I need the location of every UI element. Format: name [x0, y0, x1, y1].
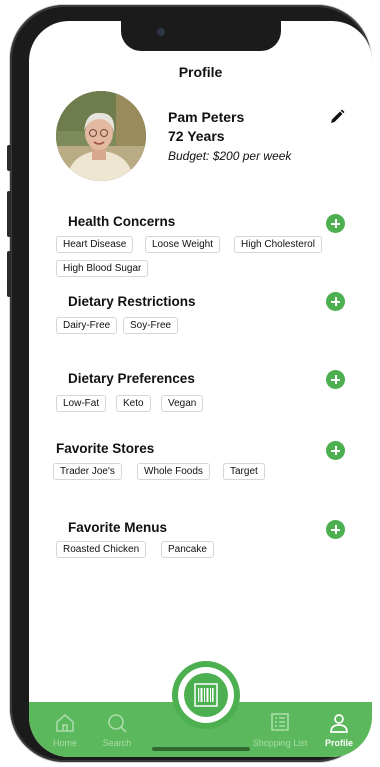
list-icon: [271, 713, 289, 731]
edit-pencil-icon[interactable]: [329, 109, 345, 125]
camera-icon: [157, 28, 165, 36]
barcode-icon: [194, 683, 218, 707]
profile-budget: Budget: $200 per week: [168, 149, 292, 163]
section-title: Favorite Menus: [68, 520, 168, 535]
avatar: [56, 91, 146, 181]
add-favorite-menu-button[interactable]: [326, 520, 345, 539]
scan-ring: [178, 667, 234, 723]
home-icon: [56, 713, 74, 732]
tag[interactable]: Pancake: [161, 541, 214, 558]
search-icon: [108, 714, 127, 733]
profile-age: 72 Years: [168, 128, 225, 144]
nav-item-search[interactable]: Search: [97, 702, 137, 757]
profile-name: Pam Peters: [168, 109, 245, 125]
nav-item-profile[interactable]: Profile: [319, 702, 359, 757]
tag[interactable]: Whole Foods: [137, 463, 210, 480]
section-title: Dietary Restrictions: [68, 294, 196, 309]
side-button: [7, 145, 11, 171]
tag[interactable]: Dairy-Free: [56, 317, 118, 334]
user-icon: [330, 714, 348, 733]
tag[interactable]: Vegan: [161, 395, 204, 412]
add-dietary-preference-button[interactable]: [326, 370, 345, 389]
section-title: Health Concerns: [68, 214, 176, 229]
tag[interactable]: Roasted Chicken: [56, 541, 147, 558]
tag[interactable]: Soy-Free: [123, 317, 179, 334]
add-favorite-store-button[interactable]: [326, 441, 345, 460]
app-screen: Profile Pam Peters 72 Years Budget: $200…: [29, 21, 372, 757]
nav-label: Search: [102, 738, 132, 748]
page-title: Profile: [178, 64, 223, 80]
nav-label: Home: [52, 738, 77, 748]
add-dietary-restriction-button[interactable]: [326, 292, 345, 311]
section-title: Dietary Preferences: [68, 371, 195, 386]
tag[interactable]: Loose Weight: [145, 236, 220, 253]
tag[interactable]: Keto: [116, 395, 151, 412]
tag[interactable]: High Blood Sugar: [56, 260, 149, 277]
tag[interactable]: Target: [223, 463, 265, 480]
section-title: Favorite Stores: [56, 441, 155, 456]
nav-item-home[interactable]: Home: [45, 702, 85, 757]
tag[interactable]: Heart Disease: [56, 236, 134, 253]
home-indicator: [152, 747, 250, 751]
side-button: [7, 251, 11, 297]
nav-item-shopping-list[interactable]: Shopping List: [249, 702, 311, 757]
scan-inner: [184, 673, 228, 717]
notch: [121, 21, 281, 51]
avatar-photo: [56, 91, 146, 181]
nav-label: Shopping List: [252, 738, 308, 748]
nav-label: Profile: [324, 738, 353, 748]
tag[interactable]: High Cholesterol: [234, 236, 322, 253]
tag[interactable]: Low-Fat: [56, 395, 107, 412]
scan-barcode-button[interactable]: [172, 661, 240, 729]
side-button: [7, 191, 11, 237]
tag[interactable]: Trader Joe's: [53, 463, 122, 480]
add-health-concern-button[interactable]: [326, 214, 345, 233]
